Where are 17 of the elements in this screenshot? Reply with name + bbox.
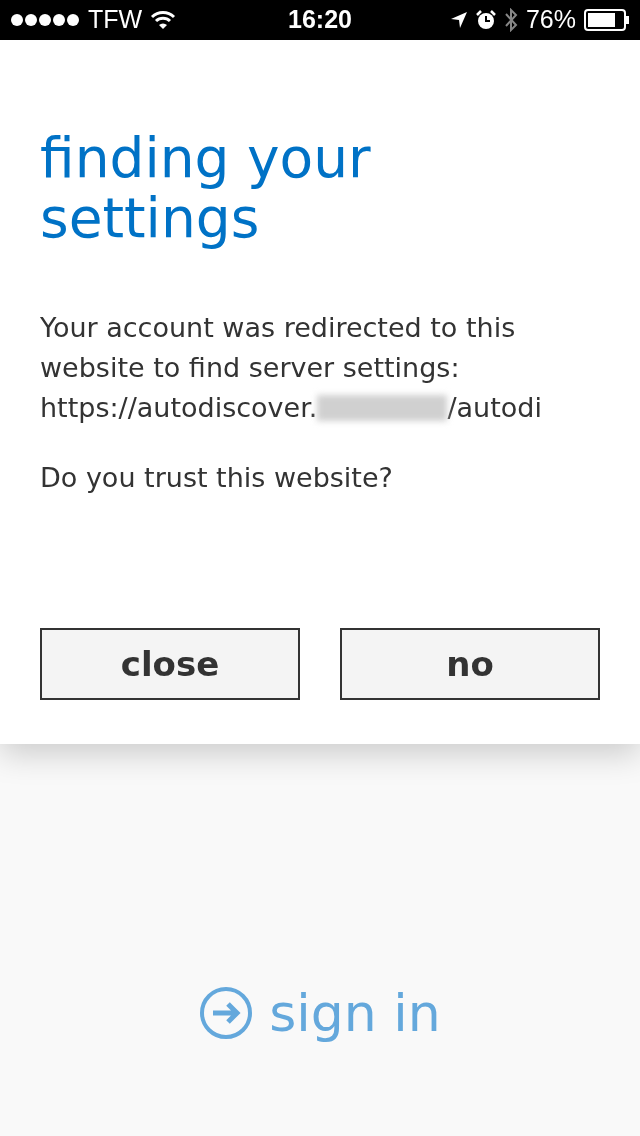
dialog-message: Your account was redirected to this website to find server settings: xyxy=(40,311,517,385)
dialog-title: finding your settings xyxy=(40,128,372,248)
url-text: /autodi xyxy=(447,391,542,425)
alarm-icon xyxy=(475,10,496,30)
signal-icon xyxy=(10,13,80,27)
wifi-icon xyxy=(150,10,177,30)
dialog-button[interactable]: close xyxy=(40,628,300,700)
clock-time: 16:20 xyxy=(288,4,352,36)
url-text: https://autodiscover. xyxy=(40,391,318,425)
carrier-name: TFW xyxy=(88,4,143,36)
dialog-button[interactable]: no xyxy=(340,628,600,700)
arrow-circle-icon xyxy=(199,986,254,1040)
location-arrow-icon xyxy=(449,11,468,29)
battery-icon xyxy=(584,9,630,31)
bluetooth-icon xyxy=(503,8,518,32)
battery-percentage: 76% xyxy=(525,4,576,36)
trust-question: Do you trust this website? xyxy=(40,461,394,495)
